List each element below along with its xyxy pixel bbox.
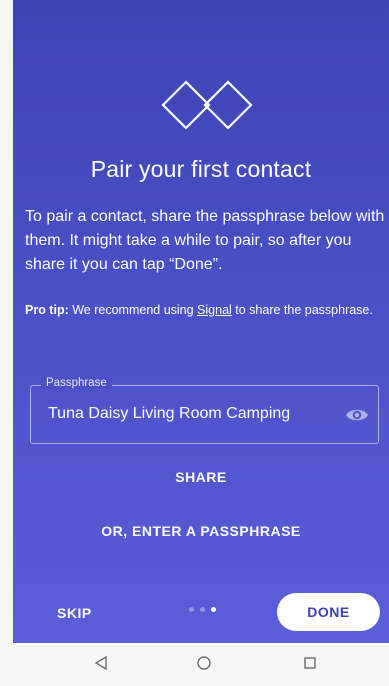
skip-button[interactable]: SKIP <box>57 605 92 621</box>
eye-icon[interactable] <box>345 405 369 425</box>
pro-tip-label: Pro tip: <box>25 303 69 317</box>
system-navigation-bar <box>13 643 389 686</box>
instructions-text: To pair a contact, share the passphrase … <box>25 208 385 273</box>
page-title: Pair your first contact <box>90 156 312 182</box>
home-circle-icon[interactable] <box>196 655 212 671</box>
recents-square-icon[interactable] <box>302 655 318 671</box>
done-button[interactable]: DONE <box>277 593 380 631</box>
passphrase-field[interactable]: Passphrase Tuna Daisy Living Room Campin… <box>30 377 379 444</box>
pairing-screen: Pair your first contact To pair a contac… <box>13 0 389 643</box>
app-frame: Pair your first contact To pair a contac… <box>0 0 389 686</box>
signal-link[interactable]: Signal <box>197 303 232 317</box>
back-triangle-icon[interactable] <box>93 655 109 671</box>
pager-dot <box>200 607 205 612</box>
pro-tip-text-after: to share the passphrase. <box>231 303 373 317</box>
share-button[interactable]: SHARE <box>13 469 389 485</box>
page-indicator <box>189 607 216 613</box>
paired-diamonds-logo-icon <box>161 80 253 130</box>
enter-passphrase-button[interactable]: OR, ENTER A PASSPHRASE <box>13 523 389 539</box>
pager-dot <box>211 607 216 612</box>
pager-dot <box>189 607 194 612</box>
pro-tip-text: Pro tip: We recommend using Signal to sh… <box>25 299 375 322</box>
passphrase-value[interactable]: Tuna Daisy Living Room Camping <box>48 405 290 423</box>
passphrase-label: Passphrase <box>41 377 112 389</box>
pro-tip-text-before: We recommend using <box>68 303 198 317</box>
